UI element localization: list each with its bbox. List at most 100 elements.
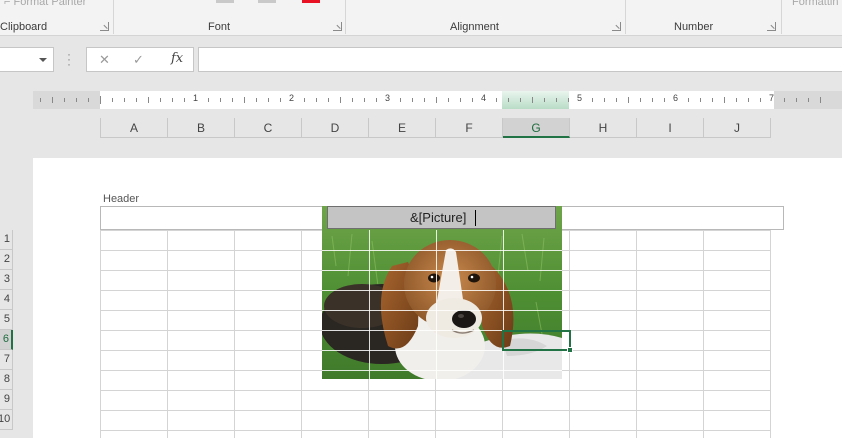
beagle-puppy-image	[322, 206, 562, 379]
ruler-tick	[592, 98, 593, 102]
active-cell-g6[interactable]	[502, 330, 573, 353]
ruler-tick	[316, 98, 317, 102]
check-icon[interactable]: ✓	[133, 52, 144, 68]
row-header-2[interactable]: 2	[0, 250, 13, 270]
fill-color-button[interactable]	[258, 0, 276, 3]
ruler-tick	[664, 98, 665, 102]
formula-bar-row: · · · ✕ ✓ fx	[0, 36, 842, 82]
row-header-4[interactable]: 4	[0, 290, 13, 310]
ruler-number: 3	[385, 93, 391, 103]
row-header-label: 10	[0, 413, 11, 425]
picture-grid-line	[322, 370, 562, 371]
row-header-5[interactable]: 5	[0, 310, 13, 330]
row-header-label: 6	[2, 333, 9, 345]
ruler-tick	[268, 98, 269, 102]
ruler-tick	[736, 98, 737, 102]
ruler-tick	[436, 97, 437, 103]
column-header-d[interactable]: D	[302, 118, 369, 138]
column-header-g[interactable]: G	[503, 118, 570, 138]
column-header-c[interactable]: C	[235, 118, 302, 138]
ruler-tick	[376, 98, 377, 102]
picture-grid-line	[322, 290, 562, 291]
ruler-tick	[364, 98, 365, 102]
column-header-b[interactable]: B	[168, 118, 235, 138]
bold-button[interactable]	[216, 0, 234, 3]
column-header-e[interactable]: E	[369, 118, 436, 138]
ruler-number: 4	[481, 93, 487, 103]
ruler-tick	[808, 98, 809, 102]
ruler-tick	[652, 98, 653, 102]
column-header-j[interactable]: J	[704, 118, 771, 138]
ruler-selection-highlight	[502, 91, 569, 109]
ruler-tick	[556, 98, 557, 102]
ruler-tick	[76, 98, 77, 102]
row-header-label: 9	[3, 393, 10, 405]
ruler-tick	[328, 98, 329, 102]
alignment-dialog-launcher-icon[interactable]	[612, 22, 621, 31]
row-header-label: 2	[3, 253, 10, 265]
column-header-a[interactable]: A	[101, 118, 168, 138]
column-header-f[interactable]: F	[436, 118, 503, 138]
row-header-label: 8	[3, 373, 10, 385]
ruler-tick	[220, 98, 221, 102]
group-label-alignment: Alignment	[450, 21, 499, 33]
row-header-6[interactable]: 6	[0, 330, 13, 350]
row-header-label: 3	[3, 273, 10, 285]
grid-column-line	[234, 230, 235, 438]
ruler-tick	[460, 98, 461, 102]
ruler-tick	[472, 98, 473, 102]
ruler-tick	[136, 98, 137, 102]
font-color-button[interactable]	[302, 0, 320, 3]
ruler-tick	[280, 98, 281, 102]
ruler-tick	[40, 98, 41, 102]
clipboard-dialog-launcher-icon[interactable]	[100, 22, 109, 31]
number-dialog-launcher-icon[interactable]	[767, 22, 776, 31]
header-center-text: &[Picture]	[410, 210, 467, 225]
column-headers: ABCDEFGHIJ	[100, 118, 771, 138]
ruler-number: 1	[193, 93, 199, 103]
formula-input[interactable]	[198, 47, 842, 72]
ruler-tick	[160, 98, 161, 102]
picture-grid-line	[322, 270, 562, 271]
row-header-8[interactable]: 8	[0, 370, 13, 390]
ruler-tick	[820, 97, 821, 103]
grid-column-line	[167, 230, 168, 438]
column-header-i[interactable]: I	[637, 118, 704, 138]
header-center-section[interactable]: &[Picture]	[327, 206, 556, 229]
column-header-h[interactable]: H	[570, 118, 637, 138]
picture-grid-line	[369, 230, 370, 379]
group-label-number: Number	[674, 21, 714, 33]
font-dialog-launcher-icon[interactable]	[333, 22, 342, 31]
fill-handle[interactable]	[567, 347, 573, 353]
row-header-1[interactable]: 1	[0, 230, 13, 250]
ruler-tick	[172, 98, 173, 102]
conditional-formatting-button[interactable]: Formattin	[792, 0, 838, 8]
row-header-7[interactable]: 7	[0, 350, 13, 370]
group-divider	[625, 0, 626, 34]
close-icon[interactable]: ✕	[99, 52, 110, 68]
row-header-10[interactable]: 10	[0, 410, 13, 430]
format-painter-button[interactable]: ⌐ Format Painter	[4, 0, 86, 8]
row-header-3[interactable]: 3	[0, 270, 13, 290]
ruler-tick	[232, 98, 233, 102]
header-label: Header	[103, 193, 140, 205]
name-box[interactable]	[0, 47, 54, 72]
horizontal-ruler[interactable]: 1 2 3 4 5 6 7	[33, 91, 842, 109]
ruler-tick	[616, 98, 617, 102]
more-options-icon[interactable]: · · ·	[67, 48, 71, 70]
ruler-tick	[100, 96, 101, 104]
grid-row-line	[100, 410, 771, 411]
chevron-down-icon[interactable]	[39, 58, 47, 62]
ruler-tick	[208, 98, 209, 102]
ruler-tick	[400, 98, 401, 102]
ruler-tick	[520, 98, 521, 102]
insert-function-button[interactable]: fx	[171, 51, 183, 66]
ruler-tick	[184, 98, 185, 102]
ruler-number: 7	[769, 93, 775, 103]
row-header-9[interactable]: 9	[0, 390, 13, 410]
ruler-tick	[88, 98, 89, 102]
ruler-tick	[496, 98, 497, 102]
ruler-tick	[604, 98, 605, 102]
picture-grid-line	[436, 230, 437, 379]
ruler-tick	[568, 98, 569, 102]
